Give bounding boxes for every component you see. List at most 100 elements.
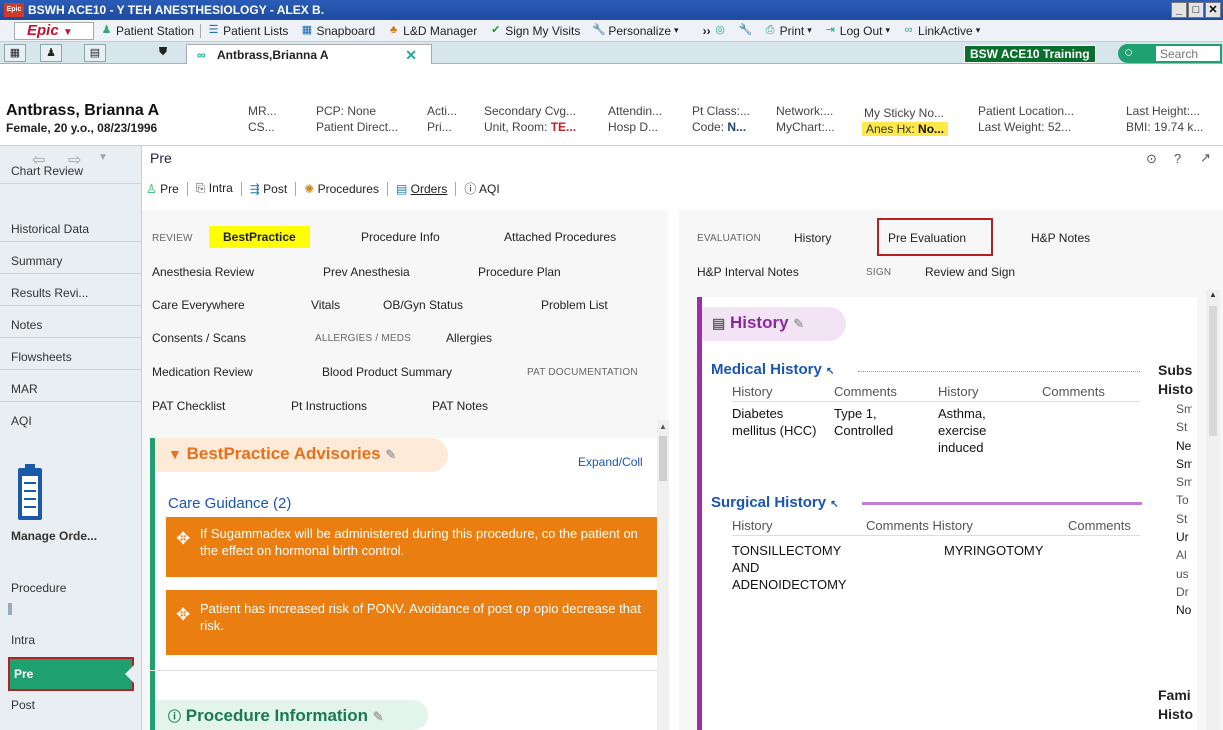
right-scrollbar[interactable]: ▲ — [1206, 290, 1220, 730]
patient-location-field[interactable]: Patient Location... — [978, 104, 1074, 118]
advisory-sugammadex[interactable]: ✥ If Sugammadex will be administered dur… — [166, 517, 658, 577]
sidebar-item-flowsheets[interactable]: Flowsheets — [0, 344, 142, 370]
nav-procedure-plan[interactable]: Procedure Plan — [478, 265, 561, 279]
toolbar-intra-button[interactable]: ⎘ Intra — [188, 181, 241, 196]
sidebar-item-procedure[interactable]: Procedure — [11, 581, 66, 595]
left-scrollbar[interactable]: ▲ — [657, 420, 669, 730]
nav-pat-notes[interactable]: PAT Notes — [432, 399, 488, 413]
bmi-field[interactable]: BMI: 19.74 k... — [1126, 120, 1203, 134]
logout-button[interactable]: ⇥ Log Out ▾ — [818, 24, 896, 38]
cs-field[interactable]: CS... — [248, 120, 275, 134]
anes-hx-badge[interactable]: Anes Hx: No... — [862, 122, 949, 136]
linkactive-button[interactable]: ∞ LinkActive ▾ — [896, 24, 986, 38]
sidebar-item-aqi[interactable]: AQI — [0, 408, 142, 434]
patient-direct-field[interactable]: Patient Direct... — [316, 120, 398, 134]
nav-vitals[interactable]: Vitals — [311, 298, 340, 312]
scroll-thumb[interactable] — [659, 436, 667, 481]
help-icon[interactable]: ? — [1174, 151, 1181, 166]
hosp-field[interactable]: Hosp D... — [608, 120, 658, 134]
sidebar-item-mar[interactable]: MAR — [0, 376, 142, 402]
nav-care-everywhere[interactable]: Care Everywhere — [152, 298, 245, 312]
nav-review-and-sign[interactable]: Review and Sign — [925, 265, 1015, 279]
patient-name[interactable]: Antbrass, Brianna A — [6, 102, 159, 120]
pcp-field[interactable]: PCP: None — [316, 104, 376, 118]
manage-orders-button[interactable]: Manage Orde... — [11, 529, 97, 543]
mr-field[interactable]: MR... — [248, 104, 277, 118]
nav-medication-review[interactable]: Medication Review — [152, 365, 253, 379]
epic-menu-button[interactable]: Epic ▼ — [14, 21, 94, 40]
nav-anesthesia-review[interactable]: Anesthesia Review — [152, 265, 254, 279]
patient-lists-button[interactable]: ☰ Patient Lists — [201, 24, 294, 38]
minimize-button[interactable]: _ — [1171, 2, 1187, 18]
nav-procedure-info[interactable]: Procedure Info — [361, 230, 440, 244]
chart-icon[interactable]: ▤ — [84, 44, 106, 62]
toolbar-orders-button[interactable]: ▤ Orders — [388, 182, 455, 196]
advisory-ponv[interactable]: ✥ Patient has increased risk of PONV. Av… — [166, 590, 658, 655]
patient-station-button[interactable]: ♟ Patient Station — [94, 24, 200, 38]
toolbar-procedures-button[interactable]: ✺ Procedures — [296, 182, 387, 196]
edit-pencil-icon[interactable]: ✎ — [385, 447, 396, 462]
nav-pat-checklist[interactable]: PAT Checklist — [152, 399, 225, 413]
attending-field[interactable]: Attendin... — [608, 104, 662, 118]
mychart-field[interactable]: MyChart:... — [776, 120, 835, 134]
nav-bestpractice[interactable]: BestPractice — [209, 226, 310, 248]
toolbar-pre-button[interactable]: ♙ Pre — [144, 182, 187, 196]
secondary-cvg-field[interactable]: Secondary Cvg... — [484, 104, 576, 118]
nav-attached-procedures[interactable]: Attached Procedures — [504, 230, 616, 244]
personalize-button[interactable]: 🔧 Personalize ▾ — [586, 24, 684, 38]
close-tab-icon[interactable]: ✕ — [405, 47, 417, 64]
nav-allergies[interactable]: Allergies — [446, 331, 492, 345]
code-field[interactable]: Code: N... — [692, 120, 746, 134]
search-box[interactable]: ○ — [1118, 44, 1222, 63]
more-button[interactable]: ›› ◎ — [697, 24, 733, 38]
edit-pencil-icon[interactable]: ✎ — [373, 709, 384, 724]
expand-collapse-link[interactable]: Expand/Coll — [578, 455, 643, 469]
edit-pencil-icon[interactable]: ✎ — [793, 316, 804, 331]
toolbar-aqi-button[interactable]: ⓘ AQI — [456, 180, 507, 197]
patients-icon[interactable]: ♟ — [40, 44, 62, 62]
ld-manager-button[interactable]: ♣ L&D Manager — [381, 24, 483, 38]
nav-blood-product-summary[interactable]: Blood Product Summary — [322, 365, 452, 379]
sidebar-item-chart-review[interactable]: Chart Review — [0, 158, 142, 184]
shield-icon[interactable]: ⛊ — [152, 44, 174, 62]
maximize-button[interactable]: □ — [1188, 2, 1204, 18]
last-height-field[interactable]: Last Height:... — [1126, 104, 1200, 118]
sidebar-item-summary[interactable]: Summary — [0, 248, 142, 274]
sidebar-item-intra[interactable]: Intra — [11, 633, 35, 647]
nav-history[interactable]: History — [794, 231, 831, 245]
sign-my-visits-button[interactable]: ✔ Sign My Visits — [483, 24, 586, 38]
nav-problem-list[interactable]: Problem List — [541, 298, 608, 312]
sidebar-item-pre[interactable]: Pre — [8, 657, 134, 691]
nav-obgyn-status[interactable]: OB/Gyn Status — [383, 298, 463, 312]
nav-hp-notes[interactable]: H&P Notes — [1031, 231, 1090, 245]
nav-consents-scans[interactable]: Consents / Scans — [152, 331, 246, 345]
acti-field[interactable]: Acti... — [427, 104, 457, 118]
network-field[interactable]: Network:... — [776, 104, 833, 118]
unit-room-field[interactable]: Unit, Room: TE... — [484, 120, 576, 134]
medical-history-heading[interactable]: Medical History ↖ — [711, 361, 834, 378]
pri-field[interactable]: Pri... — [427, 120, 452, 134]
close-button[interactable]: ✕ — [1205, 2, 1221, 18]
search-input[interactable] — [1156, 46, 1220, 61]
clipboard-icon[interactable] — [18, 464, 42, 520]
surgical-history-heading[interactable]: Surgical History ↖ — [711, 494, 839, 511]
pt-class-field[interactable]: Pt Class:... — [692, 104, 750, 118]
sidebar-item-notes[interactable]: Notes — [0, 312, 142, 338]
snapboard-button[interactable]: ▦ Snapboard — [294, 24, 381, 38]
nav-hp-interval-notes[interactable]: H&P Interval Notes — [697, 265, 799, 279]
sidebar-item-results-review[interactable]: Results Revi... — [0, 280, 142, 306]
expand-icon[interactable]: ↗ — [1200, 150, 1211, 166]
sidebar-item-historical-data[interactable]: Historical Data — [0, 216, 142, 242]
nav-pre-evaluation[interactable]: Pre Evaluation — [888, 231, 966, 245]
toolbar-post-button[interactable]: ⇶ Post — [242, 182, 295, 196]
sidebar-item-post[interactable]: Post — [11, 698, 35, 712]
nav-prev-anesthesia[interactable]: Prev Anesthesia — [323, 265, 410, 279]
calendar-icon[interactable]: ▦ — [4, 44, 26, 62]
tools-button[interactable]: 🔧 — [733, 24, 758, 37]
last-weight-field[interactable]: Last Weight: 52... — [978, 120, 1071, 134]
more-options-icon[interactable]: ⊙ — [1146, 151, 1157, 167]
print-button[interactable]: ⎙ Print ▾ — [758, 24, 818, 38]
nav-pt-instructions[interactable]: Pt Instructions — [291, 399, 367, 413]
sticky-note-field[interactable]: My Sticky No... — [864, 106, 944, 120]
scroll-thumb[interactable] — [1209, 306, 1217, 436]
